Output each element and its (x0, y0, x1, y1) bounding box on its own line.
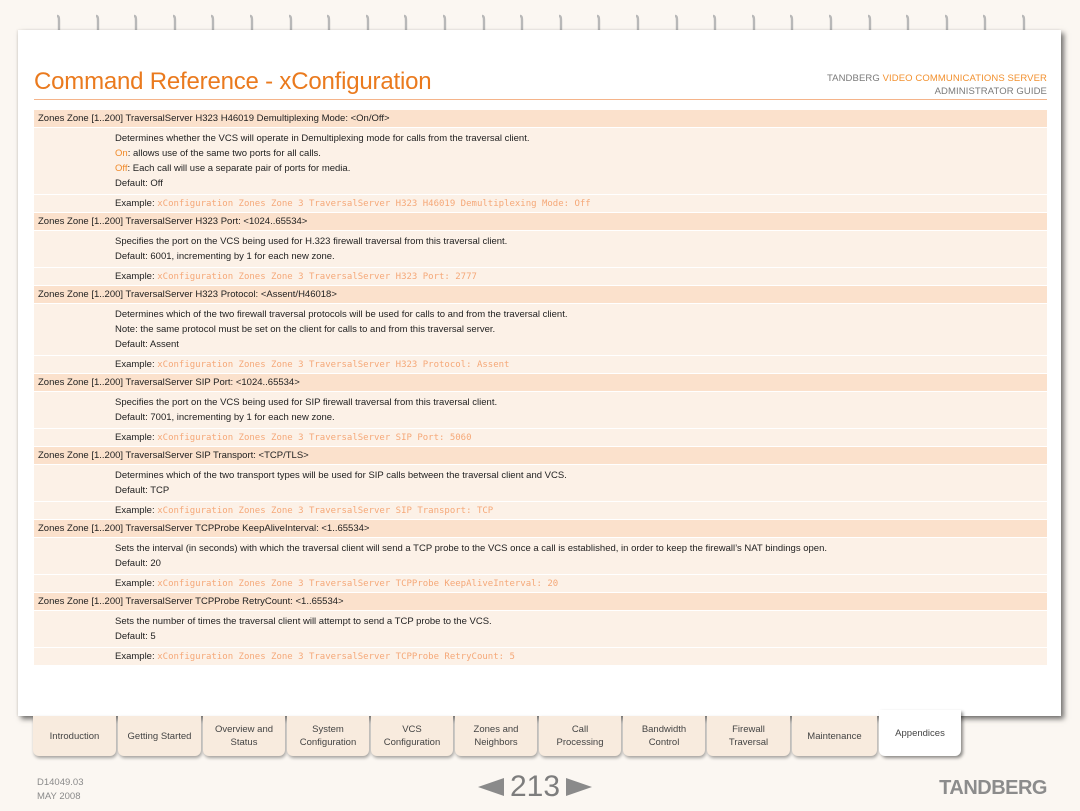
tab-system-configuration[interactable]: System Configuration (287, 716, 369, 756)
description-line: Specifies the port on the VCS being used… (115, 234, 1047, 249)
description-text: : allows use of the same two ports for a… (127, 148, 321, 159)
description-text: Default: TCP (115, 485, 170, 496)
document-id: D14049.03 (37, 777, 84, 788)
tab-getting-started[interactable]: Getting Started (118, 716, 201, 756)
description-line: Determines whether the VCS will operate … (115, 131, 1047, 146)
example-command: xConfiguration Zones Zone 3 TraversalSer… (157, 199, 591, 209)
example-row: Example: xConfiguration Zones Zone 3 Tra… (34, 356, 1047, 373)
command-reference-table: Zones Zone [1..200] TraversalServer H323… (34, 110, 1047, 666)
description-line: Note: the same protocol must be set on t… (115, 322, 1047, 337)
document-info: D14049.03 MAY 2008 (37, 776, 83, 804)
example-row: Example: xConfiguration Zones Zone 3 Tra… (34, 502, 1047, 519)
description-text: Determines which of the two transport ty… (115, 470, 567, 481)
description-line: Determines which of the two firewall tra… (115, 307, 1047, 322)
brand-prefix: TANDBERG (826, 73, 880, 84)
description-line: Default: 6001, incrementing by 1 for eac… (115, 249, 1047, 264)
example-row: Example: xConfiguration Zones Zone 3 Tra… (34, 648, 1047, 665)
tab-maintenance[interactable]: Maintenance (792, 716, 877, 756)
example-command: xConfiguration Zones Zone 3 TraversalSer… (157, 579, 559, 589)
description-text: Default: 7001, incrementing by 1 for eac… (115, 412, 335, 423)
brand-product: VIDEO COMMUNICATIONS SERVER (882, 73, 1047, 84)
example-command: xConfiguration Zones Zone 3 TraversalSer… (157, 506, 494, 516)
parameter-header: Zones Zone [1..200] TraversalServer SIP … (34, 447, 1047, 464)
description-line: Default: 5 (115, 629, 1047, 644)
example-row: Example: xConfiguration Zones Zone 3 Tra… (34, 575, 1047, 592)
description-line: Off: Each call will use a separate pair … (115, 161, 1047, 176)
description-line: Sets the interval (in seconds) with whic… (115, 541, 1047, 556)
example-command: xConfiguration Zones Zone 3 TraversalSer… (157, 360, 510, 370)
description-line: Default: Assent (115, 337, 1047, 352)
description-line: Default: 7001, incrementing by 1 for eac… (115, 410, 1047, 425)
next-page-arrow-icon[interactable] (566, 778, 593, 796)
example-label: Example: (115, 432, 155, 443)
page-number: 213 (510, 770, 561, 803)
description-text: Specifies the port on the VCS being used… (115, 236, 508, 247)
brand-header: TANDBERG VIDEO COMMUNICATIONS SERVER ADM… (827, 72, 1047, 98)
description-text: Sets the interval (in seconds) with whic… (115, 543, 827, 554)
description-text: Default: Assent (115, 339, 179, 350)
description-line: Determines which of the two transport ty… (115, 468, 1047, 483)
parameter-description: Specifies the port on the VCS being used… (34, 392, 1047, 428)
parameter-header: Zones Zone [1..200] TraversalServer SIP … (34, 374, 1047, 391)
description-text: Default: 6001, incrementing by 1 for eac… (115, 251, 335, 262)
description-text: Default: 5 (115, 631, 156, 642)
example-label: Example: (115, 651, 155, 662)
example-label: Example: (115, 505, 155, 516)
option-keyword: On (115, 148, 128, 159)
tab-overview-and-status[interactable]: Overview and Status (203, 716, 285, 756)
description-text: : Each call will use a separate pair of … (127, 163, 351, 174)
tab-vcs-configuration[interactable]: VCS Configuration (371, 716, 453, 756)
previous-page-arrow-icon[interactable] (478, 778, 504, 796)
tandberg-logo: TANDBERG (939, 777, 1047, 799)
description-line: On: allows use of the same two ports for… (115, 146, 1047, 161)
parameter-description: Determines which of the two transport ty… (34, 465, 1047, 501)
page-navigator: 213 (478, 770, 593, 803)
example-label: Example: (115, 359, 155, 370)
example-command: xConfiguration Zones Zone 3 TraversalSer… (157, 652, 515, 662)
example-command: xConfiguration Zones Zone 3 TraversalSer… (157, 433, 472, 443)
description-text: Determines whether the VCS will operate … (115, 133, 530, 144)
description-line: Specifies the port on the VCS being used… (115, 395, 1047, 410)
parameter-header: Zones Zone [1..200] TraversalServer TCPP… (34, 593, 1047, 610)
example-label: Example: (115, 198, 155, 209)
parameter-header: Zones Zone [1..200] TraversalServer H323… (34, 213, 1047, 230)
parameter-header: Zones Zone [1..200] TraversalServer TCPP… (34, 520, 1047, 537)
description-text: Default: Off (115, 178, 163, 189)
example-label: Example: (115, 578, 155, 589)
example-label: Example: (115, 271, 155, 282)
example-row: Example: xConfiguration Zones Zone 3 Tra… (34, 195, 1047, 212)
description-line: Default: 20 (115, 556, 1047, 571)
tab-firewall-traversal[interactable]: Firewall Traversal (707, 716, 790, 756)
header-divider (34, 99, 1047, 100)
parameter-header: Zones Zone [1..200] TraversalServer H323… (34, 110, 1047, 127)
example-command: xConfiguration Zones Zone 3 TraversalSer… (157, 272, 477, 282)
example-row: Example: xConfiguration Zones Zone 3 Tra… (34, 429, 1047, 446)
tab-zones-and-neighbors[interactable]: Zones and Neighbors (455, 716, 537, 756)
parameter-description: Determines whether the VCS will operate … (34, 128, 1047, 194)
tab-call-processing[interactable]: Call Processing (539, 716, 621, 756)
tab-appendices[interactable]: Appendices (879, 710, 961, 756)
description-line: Default: TCP (115, 483, 1047, 498)
description-text: Sets the number of times the traversal c… (115, 616, 492, 627)
parameter-description: Specifies the port on the VCS being used… (34, 231, 1047, 267)
brand-guide: ADMINISTRATOR GUIDE (934, 86, 1047, 97)
document-date: MAY 2008 (37, 791, 81, 802)
parameter-header: Zones Zone [1..200] TraversalServer H323… (34, 286, 1047, 303)
tab-bandwidth-control[interactable]: Bandwidth Control (623, 716, 705, 756)
parameter-description: Sets the number of times the traversal c… (34, 611, 1047, 647)
example-row: Example: xConfiguration Zones Zone 3 Tra… (34, 268, 1047, 285)
description-line: Default: Off (115, 176, 1047, 191)
option-keyword: Off (115, 163, 128, 174)
description-text: Specifies the port on the VCS being used… (115, 397, 498, 408)
parameter-description: Determines which of the two firewall tra… (34, 304, 1047, 355)
description-line: Sets the number of times the traversal c… (115, 614, 1047, 629)
description-text: Default: 20 (115, 558, 161, 569)
parameter-description: Sets the interval (in seconds) with whic… (34, 538, 1047, 574)
page-title: Command Reference - xConfiguration (34, 68, 432, 95)
tab-introduction[interactable]: Introduction (33, 716, 116, 756)
description-text: Determines which of the two firewall tra… (115, 309, 568, 320)
description-text: Note: the same protocol must be set on t… (115, 324, 496, 335)
